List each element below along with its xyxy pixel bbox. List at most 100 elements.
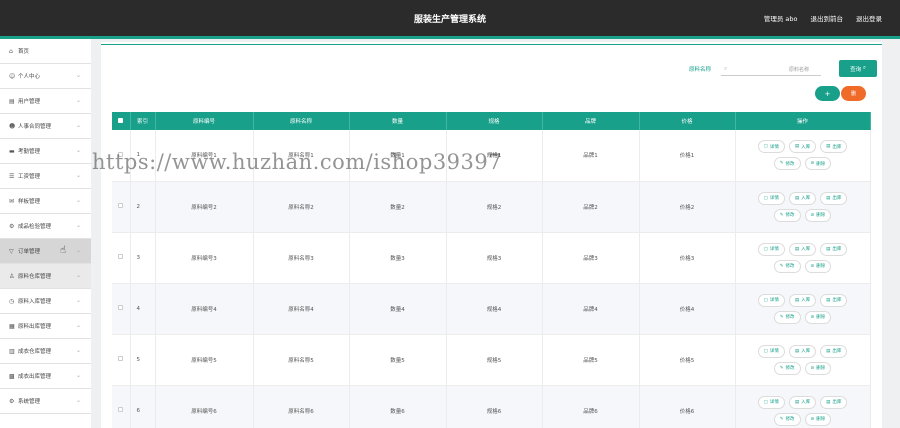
logout-link[interactable]: 退出登录 (856, 13, 882, 23)
sidebar-item[interactable]: ⌂ 首页 (0, 39, 91, 64)
content-top-line (101, 44, 882, 45)
sidebar-item[interactable]: ⚙ 成品检验管理 ⌄ (0, 214, 91, 239)
row-checkbox-cell[interactable] (112, 232, 131, 284)
sidebar-item-label: 成衣出库管理 (18, 374, 52, 380)
action-label: 入库 (801, 247, 811, 252)
row-checkbox[interactable] (118, 356, 124, 361)
row-checkbox-cell[interactable] (112, 334, 131, 386)
stock-out-button[interactable]: ▤ 出库 (820, 191, 848, 205)
home-icon: ⌂ (9, 47, 13, 55)
sidebar-item[interactable]: ☻ 人事合同管理 ⌄ (0, 114, 91, 139)
sidebar-item[interactable]: ☰ 工资管理 ⌄ (0, 164, 91, 189)
sidebar-item[interactable]: ▤ 用户管理 ⌄ (0, 89, 91, 114)
delete-icon: ⊘ (810, 416, 815, 422)
back-to-front-link[interactable]: 退出到前台 (811, 13, 844, 23)
table-header-row: 索引 原料编号 原料名称 数量 规格 品牌 价格 操作 (112, 112, 871, 130)
sidebar-item[interactable]: ☺ 个人中心 ⌄ (0, 64, 91, 89)
row-checkbox-cell[interactable] (112, 181, 131, 233)
edit-button[interactable]: ✎ 修改 (773, 310, 801, 324)
page-scrollbar[interactable] (886, 39, 894, 428)
edit-button[interactable]: ✎ 修改 (773, 208, 801, 222)
cell-brand: 品牌6 (542, 385, 640, 428)
delete-button[interactable]: ⊘ 删除 (804, 157, 832, 171)
action-label: 删除 (816, 366, 826, 371)
sidebar-item-label: 系统管理 (18, 399, 41, 405)
row-checkbox-cell[interactable] (112, 385, 131, 428)
row-actions: ▢ 详情 ▤ 入库 ▤ 出库 ✎ 修改 ⊘ 删除 (735, 334, 871, 386)
row-checkbox[interactable] (118, 407, 124, 412)
sidebar-item[interactable]: ⚙ 系统管理 ⌄ (0, 389, 91, 414)
detail-button[interactable]: ▢ 详情 (757, 242, 785, 256)
stock-in-button[interactable]: ▤ 入库 (788, 293, 817, 307)
select-all-checkbox[interactable] (112, 112, 131, 130)
row-checkbox-cell[interactable] (112, 283, 131, 335)
sidebar: ⌂ 首页 ☺ 个人中心 ⌄ ▤ 用户管理 ⌄ ☻ 人事合同管理 ⌄ ▬ 考勤管理 ⌄ ☰ 工资管理 ⌄ ✉ 样板管理… (0, 39, 91, 428)
delete-button[interactable]: ⊘ 删除 (804, 361, 832, 375)
stock-in-button[interactable]: ▤ 入库 (788, 140, 817, 154)
cell-index: 4 (130, 283, 156, 335)
sidebar-item[interactable]: ◷ 原料入库管理 ⌄ (0, 289, 91, 314)
delete-button[interactable]: ⊘ 删除 (804, 310, 832, 324)
stock-out-button[interactable]: ▤ 出库 (820, 293, 848, 307)
stock-in-button[interactable]: ▤ 入库 (788, 191, 817, 205)
clock-icon: ◷ (9, 297, 15, 305)
detail-button[interactable]: ▢ 详情 (757, 344, 785, 358)
query-button[interactable]: 查询 ⌕ (839, 60, 878, 77)
chevron-down-icon: ⌄ (75, 297, 81, 304)
delete-button[interactable]: ⊘ 删除 (804, 412, 832, 426)
sidebar-item[interactable]: ▦ 原料出库管理 ⌄ (0, 314, 91, 339)
chevron-down-icon: ⌄ (75, 197, 81, 204)
stock-in-button[interactable]: ▤ 入库 (788, 344, 817, 358)
add-button[interactable]: + (815, 86, 840, 101)
sidebar-item[interactable]: ▥ 成衣仓库管理 ⌄ (0, 339, 91, 364)
stock-out-button[interactable]: ▤ 出库 (820, 140, 848, 154)
detail-button[interactable]: ▢ 详情 (757, 293, 785, 307)
cell-code: 原料编号6 (155, 385, 254, 428)
row-checkbox[interactable] (118, 305, 124, 310)
row-checkbox[interactable] (118, 203, 124, 208)
delete-icon: ⊘ (810, 314, 815, 320)
cell-qty: 数量2 (349, 181, 447, 233)
sidebar-item-label: 成衣仓库管理 (18, 349, 52, 355)
stock-out-button[interactable]: ▤ 出库 (820, 395, 848, 409)
cell-spec: 规格3 (446, 232, 543, 284)
search-icon: ⌕ (724, 64, 728, 72)
sidebar-item[interactable]: ▩ 成衣出库管理 ⌄ (0, 364, 91, 389)
bulk-delete-button[interactable]: 删 (841, 86, 866, 101)
delete-button[interactable]: ⊘ 删除 (804, 259, 832, 273)
stock-out-button[interactable]: ▤ 出库 (820, 242, 848, 256)
detail-icon: ▢ (763, 348, 768, 354)
watermark-text: https://www.huzhan.com/ishop39397 (92, 150, 503, 174)
user-icon: ☺ (9, 72, 16, 80)
cell-brand: 品牌5 (542, 334, 640, 386)
detail-button[interactable]: ▢ 详情 (757, 140, 785, 154)
stock-in-button[interactable]: ▤ 入库 (788, 395, 817, 409)
edit-icon: ✎ (779, 161, 784, 167)
delete-icon: ⊘ (810, 161, 815, 167)
stock-out-button[interactable]: ▤ 出库 (820, 344, 848, 358)
sidebar-item[interactable]: ✉ 样板管理 ⌄ (0, 189, 91, 214)
cell-code: 原料编号3 (155, 232, 254, 284)
chevron-down-icon: ⌄ (75, 247, 81, 254)
detail-button[interactable]: ▢ 详情 (757, 395, 785, 409)
stock-in-icon: ▤ (794, 246, 800, 252)
delete-button[interactable]: ⊘ 删除 (804, 208, 832, 222)
sidebar-item[interactable]: ♙ 原料仓库管理 ⌄ (0, 264, 91, 289)
edit-button[interactable]: ✎ 修改 (773, 361, 801, 375)
sidebar-item[interactable]: ▽ 订单管理 ⌄ ☝ (0, 239, 91, 264)
edit-button[interactable]: ✎ 修改 (773, 157, 801, 171)
detail-button[interactable]: ▢ 详情 (757, 191, 785, 205)
chevron-down-icon: ⌄ (75, 172, 81, 179)
stock-in-button[interactable]: ▤ 入库 (788, 242, 817, 256)
row-checkbox[interactable] (118, 254, 124, 259)
edit-button[interactable]: ✎ 修改 (773, 412, 801, 426)
cell-price: 价格3 (639, 232, 736, 284)
search-input[interactable]: ⌕ 原料名称 (721, 62, 822, 76)
edit-button[interactable]: ✎ 修改 (773, 259, 801, 273)
cell-spec: 规格4 (446, 283, 543, 335)
table-row: 4 原料编号4 原料名称4 数量4 规格4 品牌4 价格4 ▢ 详情 ▤ 入库 ▤ 出库 ✎ 修改 ⊘ 删除 (112, 283, 871, 335)
checkbox[interactable] (118, 117, 124, 123)
sidebar-item[interactable]: ▬ 考勤管理 ⌄ (0, 139, 91, 164)
edit-icon: ✎ (779, 416, 784, 422)
cell-brand: 品牌4 (542, 283, 640, 335)
